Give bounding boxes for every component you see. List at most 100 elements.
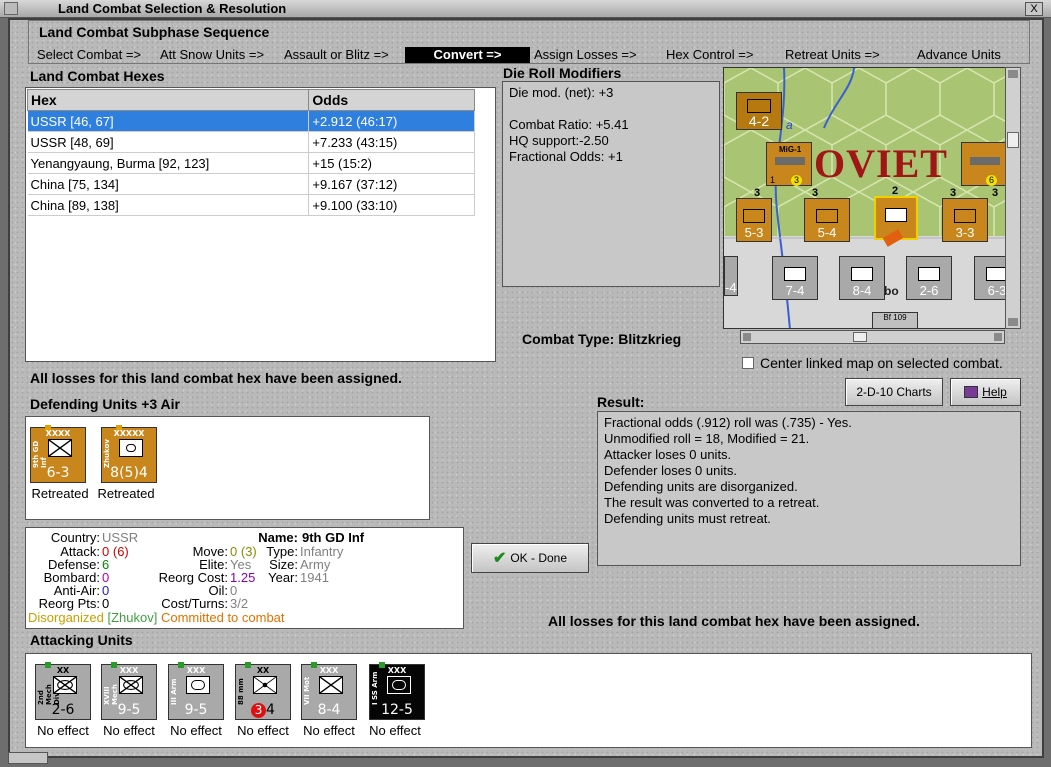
scroll-thumb[interactable] — [853, 332, 867, 342]
subphase-sequence-title: Land Combat Subphase Sequence — [39, 24, 270, 40]
map-city-label: bo — [884, 284, 899, 298]
map-air-unit[interactable]: MiG-1 3 1 — [766, 142, 812, 186]
table-row[interactable]: USSR [46, 67] +2.912 (46:17) — [27, 110, 475, 132]
defending-unit[interactable]: XXXXX Zhukov 8(5)4 — [101, 425, 157, 483]
attack-base: (6) — [112, 544, 129, 559]
stack-count: 3 — [754, 187, 761, 199]
name-label: Name: — [258, 530, 298, 545]
attacking-unit[interactable]: XX 2nd Mech Div 2-6 — [35, 662, 91, 720]
stack-count: 3 — [950, 187, 957, 199]
scroll-right-icon[interactable] — [994, 333, 1002, 341]
table-row[interactable]: China [75, 134] +9.167 (37:12) — [27, 173, 475, 195]
window-title: Land Combat Selection & Resolution — [58, 1, 287, 16]
map-air-unit[interactable]: 6 — [961, 142, 1007, 186]
status-disorganized: Disorganized — [28, 610, 104, 625]
map-horizontal-scrollbar[interactable] — [740, 330, 1005, 344]
map-unit-strength: 8-4 — [852, 283, 872, 298]
hex-table: Hex Odds USSR [46, 67] +2.912 (46:17) US… — [25, 87, 496, 362]
close-button[interactable]: X — [1025, 2, 1043, 16]
attacking-unit[interactable]: XXX VII Mot 8-4 — [301, 662, 357, 720]
combat-ratio-line: Combat Ratio: +5.41 — [509, 117, 629, 132]
result-panel: Fractional odds (.912) roll was (.735) -… — [597, 411, 1021, 566]
artillery-symbol-icon — [253, 676, 277, 694]
armor-symbol-icon — [387, 676, 411, 694]
table-row[interactable]: China [89, 138] +9.100 (33:10) — [27, 194, 475, 216]
map-unit[interactable]: 4-2 — [736, 92, 782, 130]
unit-symbol-icon — [918, 267, 940, 281]
status-committed: Committed to combat — [160, 610, 285, 625]
map-unit[interactable]: 5-4 — [804, 198, 850, 242]
result-title: Result: — [597, 394, 645, 410]
map-vertical-scrollbar[interactable] — [1005, 67, 1021, 329]
result-line: Fractional odds (.912) roll was (.735) -… — [604, 415, 852, 430]
mini-map[interactable]: OVIET 4-2 a MiG-1 3 1 6 5-3 5-4 3-3 -4 7… — [723, 67, 1021, 329]
year-label: Year: — [268, 570, 298, 585]
unit-info-panel: Country: USSR Attack: 0 (6) Defense: 6 B… — [25, 527, 464, 629]
air-unit-label: MiG-1 — [779, 145, 802, 154]
attacking-unit[interactable]: XXX XVIII Mech 9-5 — [101, 662, 157, 720]
scroll-thumb[interactable] — [1007, 132, 1019, 148]
hex-cell: China [89, 138] — [27, 194, 310, 216]
charts-button[interactable]: 2-D-10 Charts — [845, 378, 943, 406]
air-value-badge: 3 — [791, 175, 802, 186]
scroll-up-icon[interactable] — [1008, 70, 1018, 78]
unit-strength: 9-5 — [117, 702, 141, 718]
attacking-unit[interactable]: XX 88 mm 34 — [235, 662, 291, 720]
unit-symbol-icon — [885, 208, 907, 222]
system-menu-button[interactable] — [4, 2, 18, 15]
unit-name: VII Mot — [303, 676, 311, 705]
reorg-pts-value: 0 — [102, 596, 110, 611]
resize-grip[interactable] — [8, 752, 48, 764]
stack-count: 2 — [892, 185, 899, 197]
map-unit[interactable]: 8-4 — [839, 256, 885, 300]
unit-strength-group: 34 — [236, 702, 290, 718]
hex-table-header: Hex Odds — [26, 89, 475, 111]
odds-cell: +2.912 (46:17) — [308, 110, 475, 132]
step-assault-or-blitz: Assault or Blitz => — [284, 47, 389, 62]
unit-symbol-icon — [743, 209, 765, 223]
unit-strength: 8-4 — [317, 702, 341, 718]
ok-done-button[interactable]: ✔ OK - Done — [471, 543, 589, 573]
ok-done-label: OK - Done — [510, 551, 568, 565]
column-header-odds[interactable]: Odds — [308, 89, 475, 111]
map-air-unit[interactable]: Bf 109 — [872, 312, 918, 328]
map-unit[interactable]: 2-6 — [906, 256, 952, 300]
scroll-down-icon[interactable] — [1008, 318, 1018, 326]
country-label: Country: — [50, 530, 100, 545]
defending-units-panel: XXXX 9th GD Inf 6-3 Retreated XXXXX Zhuk… — [25, 416, 430, 520]
table-row[interactable]: Yenangyaung, Burma [92, 123] +15 (15:2) — [27, 152, 475, 174]
combat-type-label: Combat Type: — [522, 331, 615, 347]
step-select-combat: Select Combat => — [37, 47, 142, 62]
result-line: Defending units must retreat. — [604, 511, 771, 526]
armor-oval-icon — [392, 680, 406, 690]
odds-cell: +15 (15:2) — [308, 152, 475, 174]
unit-name: I SS Arm — [371, 671, 379, 705]
unit-symbol-icon — [816, 209, 838, 223]
map-unit[interactable]: -4 — [724, 256, 738, 296]
map-unit[interactable]: 3-3 — [942, 198, 988, 242]
odds-cell: +7.233 (43:15) — [308, 131, 475, 153]
table-row[interactable]: USSR [48, 69] +7.233 (43:15) — [27, 131, 475, 153]
center-linked-option[interactable]: Center linked map on selected combat. — [742, 355, 1003, 371]
air-value: 1 — [770, 175, 776, 185]
map-unit[interactable]: 7-4 — [772, 256, 818, 300]
attacking-unit[interactable]: XXX III Arm 9-5 — [168, 662, 224, 720]
hex-table-title: Land Combat Hexes — [30, 68, 165, 84]
map-unit-strength: -4 — [725, 280, 737, 295]
center-linked-checkbox[interactable] — [742, 357, 754, 369]
map-unit[interactable]: 5-3 — [736, 198, 772, 242]
unit-name: XVIII Mech — [103, 684, 119, 705]
attacking-unit[interactable]: XXX I SS Arm 12-5 — [369, 662, 425, 720]
map-unit-strength: 4-2 — [748, 113, 770, 129]
column-header-hex[interactable]: Hex — [26, 89, 310, 111]
unit-name: 9th GD Inf — [32, 440, 48, 468]
unit-attack-badge: 3 — [251, 703, 267, 718]
hex-cell: USSR [46, 67] — [27, 110, 310, 132]
defending-unit[interactable]: XXXX 9th GD Inf 6-3 — [30, 425, 86, 483]
help-button[interactable]: Help — [950, 378, 1021, 406]
unit-strength: 8(5)4 — [110, 465, 148, 481]
unit-strength: 12-5 — [381, 702, 413, 718]
step-hex-control: Hex Control => — [666, 47, 754, 62]
unit-name: 88 mm — [237, 678, 245, 705]
scroll-left-icon[interactable] — [743, 333, 751, 341]
